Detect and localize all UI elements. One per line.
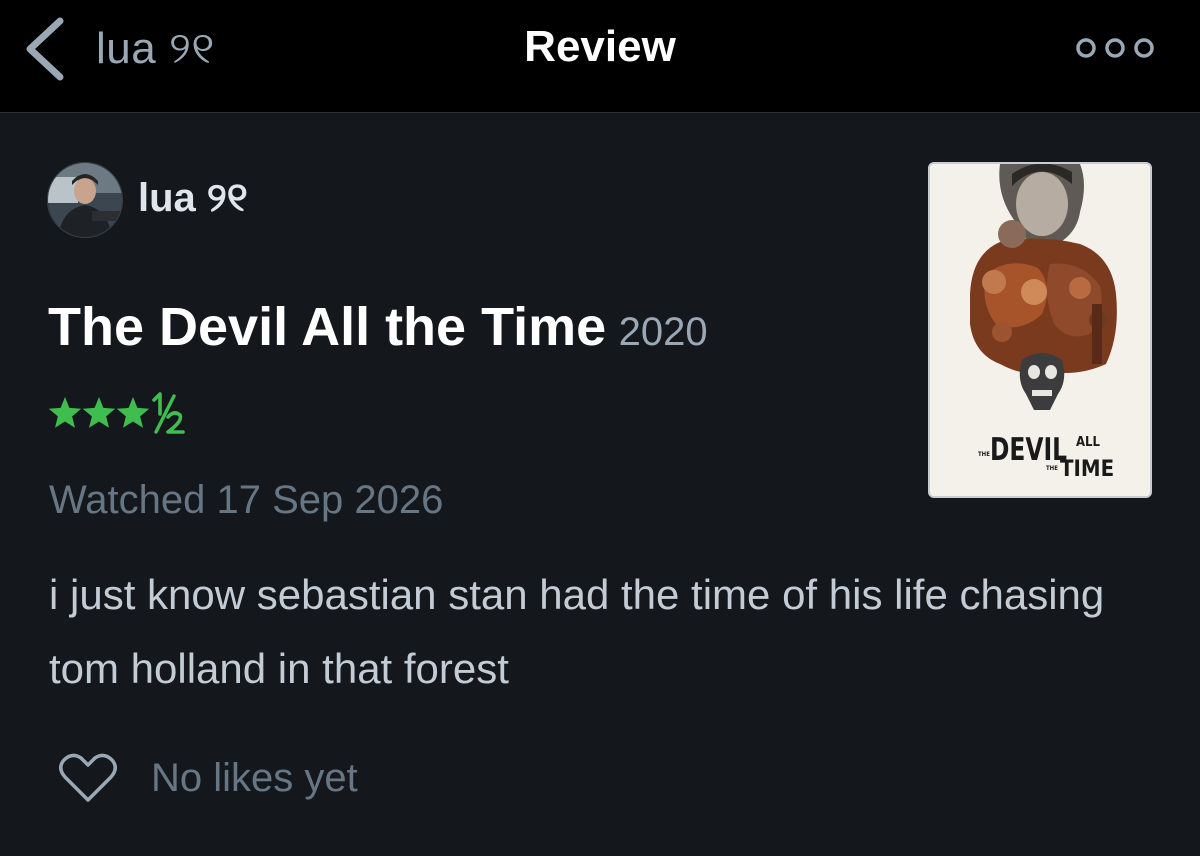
film-year[interactable]: 2020 [619,310,708,354]
avatar[interactable] [47,162,123,238]
star-full-icon [48,397,82,428]
poster-title-the-2: THE [1046,465,1058,472]
star-rating [48,390,218,436]
poster-title-the: THE [978,451,990,458]
film-name[interactable]: The Devil All the Time [48,297,606,357]
star-full-icon [82,397,116,428]
film-title[interactable]: The Devil All the Time 2020 [48,296,708,358]
rating-stars [48,392,185,434]
star-full-icon [116,397,150,428]
poster-title-devil: DEVIL [990,431,1067,468]
poster-artwork: THE DEVIL ALL THE TIME [930,164,1150,496]
reviewer-username[interactable]: lua ୨୧ [138,176,248,221]
poster-title-all: ALL [1076,435,1101,450]
top-nav-bar: lua ୨୧ Review [0,0,1200,113]
avatar-image [48,163,122,237]
likes-count: No likes yet [151,756,358,800]
half-star-icon [152,392,185,434]
watched-date: Watched 17 Sep 2026 [49,478,444,522]
poster-title-time: TIME [1060,457,1114,482]
review-body: i just know sebastian stan had the time … [49,571,1105,692]
more-options-icon[interactable] [1074,36,1156,60]
page-title: Review [524,22,676,71]
film-poster[interactable]: THE DEVIL ALL THE TIME [928,162,1152,498]
heart-icon[interactable] [58,752,118,804]
